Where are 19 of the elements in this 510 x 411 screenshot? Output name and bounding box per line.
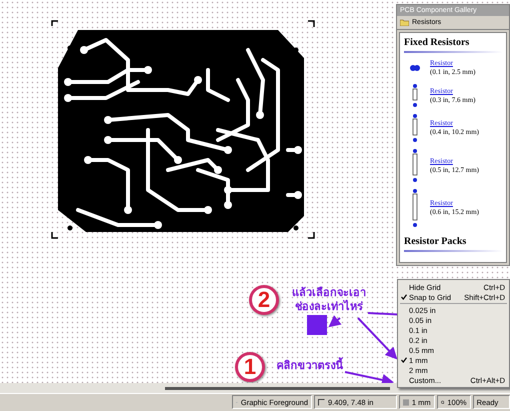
step-number-badge: 2 (249, 285, 279, 315)
color-swatch (307, 315, 327, 335)
folder-icon (400, 19, 409, 26)
annotation-text: แล้วเลือกจะเอา ช่องละเท่าไหร่ (291, 286, 367, 314)
grid-icon (402, 398, 409, 406)
resistor-icon[interactable] (410, 84, 420, 107)
resistor-icon[interactable] (410, 114, 420, 142)
step-number-badge: 1 (235, 352, 265, 382)
section-heading: Fixed Resistors (404, 37, 502, 53)
section-heading: Resistor Packs (404, 236, 502, 252)
zoom-icon (440, 398, 444, 406)
resistor-icon[interactable] (410, 189, 420, 227)
resistor-icon[interactable] (410, 149, 420, 182)
resistor-icon[interactable] (410, 62, 420, 74)
cursor-position-icon (318, 398, 325, 406)
arrow (328, 315, 342, 328)
annotation-text: คลิกขวาตรงนี้ (270, 359, 350, 373)
scrollbar-thumb[interactable] (165, 386, 390, 390)
arrow (344, 371, 394, 383)
